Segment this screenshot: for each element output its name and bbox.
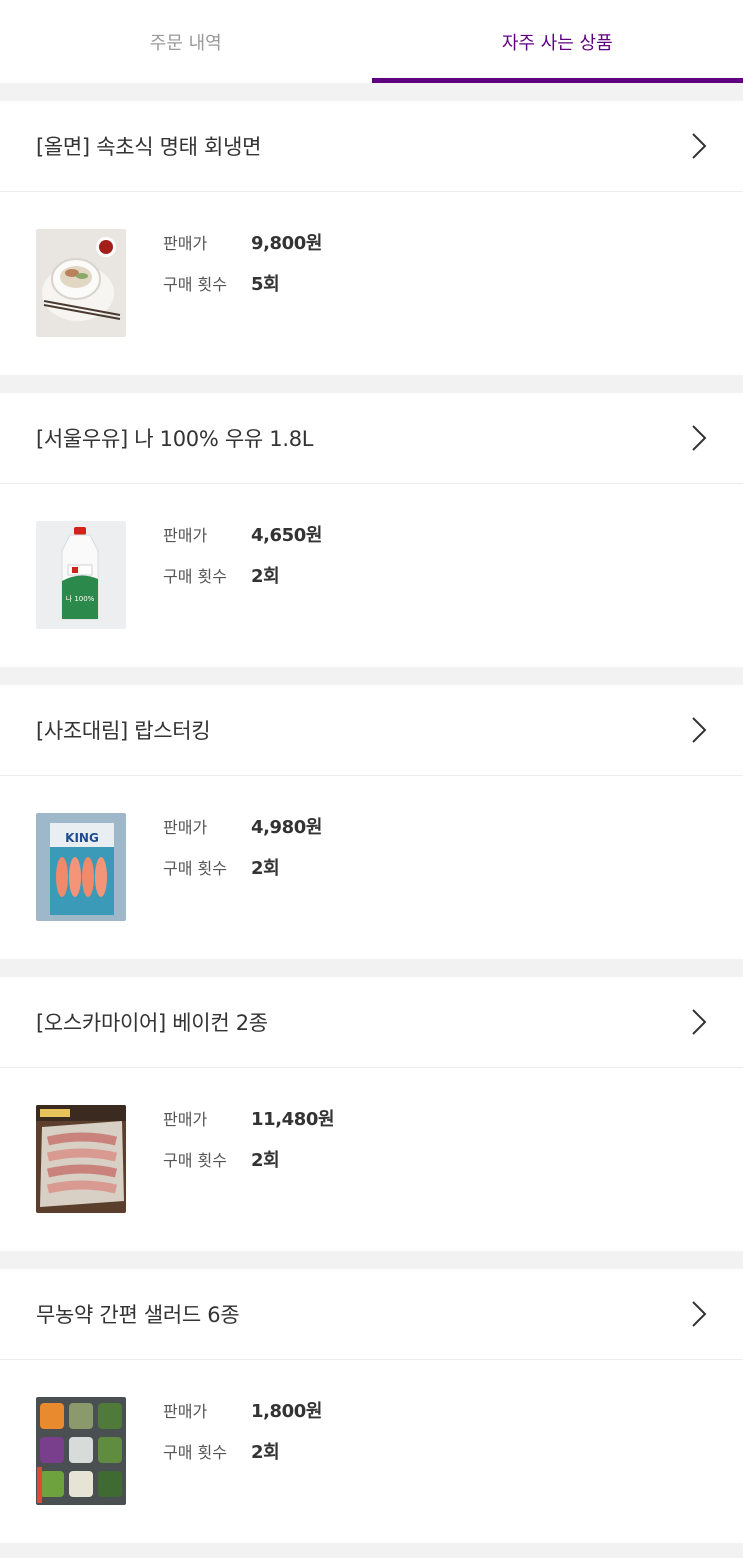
product-title-row[interactable]: [서울우유] 나 100% 우유 1.8L: [0, 393, 743, 484]
price-label: 판매가: [163, 1110, 208, 1129]
product-name: [서울우유] 나 100% 우유 1.8L: [36, 427, 314, 451]
product-body: KING 판매가 4,980원 구매 횟수 2회: [0, 776, 743, 959]
product-card: 무농약 간편 샐러드 6종 판매가 1,800원 구매 횟수 2회: [0, 1269, 743, 1543]
purchase-count-label: 구매 횟수: [163, 1151, 227, 1170]
chevron-right-icon[interactable]: [689, 424, 709, 452]
product-thumbnail[interactable]: [36, 1105, 126, 1213]
product-info: 판매가 9,800원 구매 횟수 5회: [163, 229, 323, 311]
product-title-row[interactable]: [오스카마이어] 베이컨 2종: [0, 977, 743, 1068]
chevron-right-icon[interactable]: [689, 1300, 709, 1328]
purchase-count-value: 2회: [251, 566, 280, 587]
chevron-right-icon[interactable]: [689, 1008, 709, 1036]
price-value: 4,650원: [251, 525, 323, 546]
tab-order-history[interactable]: 주문 내역: [0, 0, 372, 83]
purchase-count-value: 2회: [251, 1150, 280, 1171]
product-thumbnail[interactable]: 나 100%: [36, 521, 126, 629]
product-card: [오스카마이어] 베이컨 2종 판매가 11,480원 구매 횟수 2회: [0, 977, 743, 1251]
purchase-count-value: 5회: [251, 274, 280, 295]
chevron-right-icon[interactable]: [689, 716, 709, 744]
product-thumbnail[interactable]: KING: [36, 813, 126, 921]
product-thumbnail[interactable]: [36, 229, 126, 337]
product-body: 판매가 1,800원 구매 횟수 2회: [0, 1360, 743, 1543]
svg-text:KING: KING: [65, 831, 99, 845]
product-info: 판매가 11,480원 구매 횟수 2회: [163, 1105, 335, 1187]
tab-bar: 주문 내역 자주 사는 상품: [0, 0, 743, 83]
product-body: 나 100% 판매가 4,650원 구매 횟수 2회: [0, 484, 743, 667]
product-name: 무농약 간편 샐러드 6종: [36, 1303, 240, 1327]
price-label: 판매가: [163, 526, 208, 545]
svg-text:나 100%: 나 100%: [66, 594, 95, 603]
product-card: [사조대림] 랍스터킹 KING 판매가 4,980원 구매 횟수 2회: [0, 685, 743, 959]
product-title-row[interactable]: [올면] 속초식 명태 회냉면: [0, 101, 743, 192]
product-name: [올면] 속초식 명태 회냉면: [36, 135, 262, 159]
price-value: 9,800원: [251, 233, 323, 254]
price-value: 1,800원: [251, 1401, 323, 1422]
product-title-row[interactable]: 무농약 간편 샐러드 6종: [0, 1269, 743, 1360]
purchase-count-label: 구매 횟수: [163, 275, 227, 294]
product-card: [올면] 속초식 명태 회냉면 판매가 9,800원 구매 횟수 5회: [0, 101, 743, 375]
product-info: 판매가 4,650원 구매 횟수 2회: [163, 521, 323, 603]
chevron-right-icon[interactable]: [689, 132, 709, 160]
purchase-count-value: 2회: [251, 1442, 280, 1463]
price-label: 판매가: [163, 818, 208, 837]
price-label: 판매가: [163, 1402, 208, 1421]
product-thumbnail[interactable]: [36, 1397, 126, 1505]
product-body: 판매가 11,480원 구매 횟수 2회: [0, 1068, 743, 1251]
price-value: 11,480원: [251, 1109, 335, 1130]
price-value: 4,980원: [251, 817, 323, 838]
purchase-count-label: 구매 횟수: [163, 859, 227, 878]
price-label: 판매가: [163, 234, 208, 253]
product-name: [오스카마이어] 베이컨 2종: [36, 1011, 268, 1035]
product-info: 판매가 1,800원 구매 횟수 2회: [163, 1397, 323, 1479]
product-info: 판매가 4,980원 구매 횟수 2회: [163, 813, 323, 895]
purchase-count-label: 구매 횟수: [163, 1443, 227, 1462]
product-body: 판매가 9,800원 구매 횟수 5회: [0, 192, 743, 375]
tab-frequent-products[interactable]: 자주 사는 상품: [371, 0, 743, 83]
product-card: [서울우유] 나 100% 우유 1.8L 나 100% 판매가 4,650원 …: [0, 393, 743, 667]
product-name: [사조대림] 랍스터킹: [36, 719, 211, 743]
purchase-count-value: 2회: [251, 858, 280, 879]
purchase-count-label: 구매 횟수: [163, 567, 227, 586]
product-title-row[interactable]: [사조대림] 랍스터킹: [0, 685, 743, 776]
